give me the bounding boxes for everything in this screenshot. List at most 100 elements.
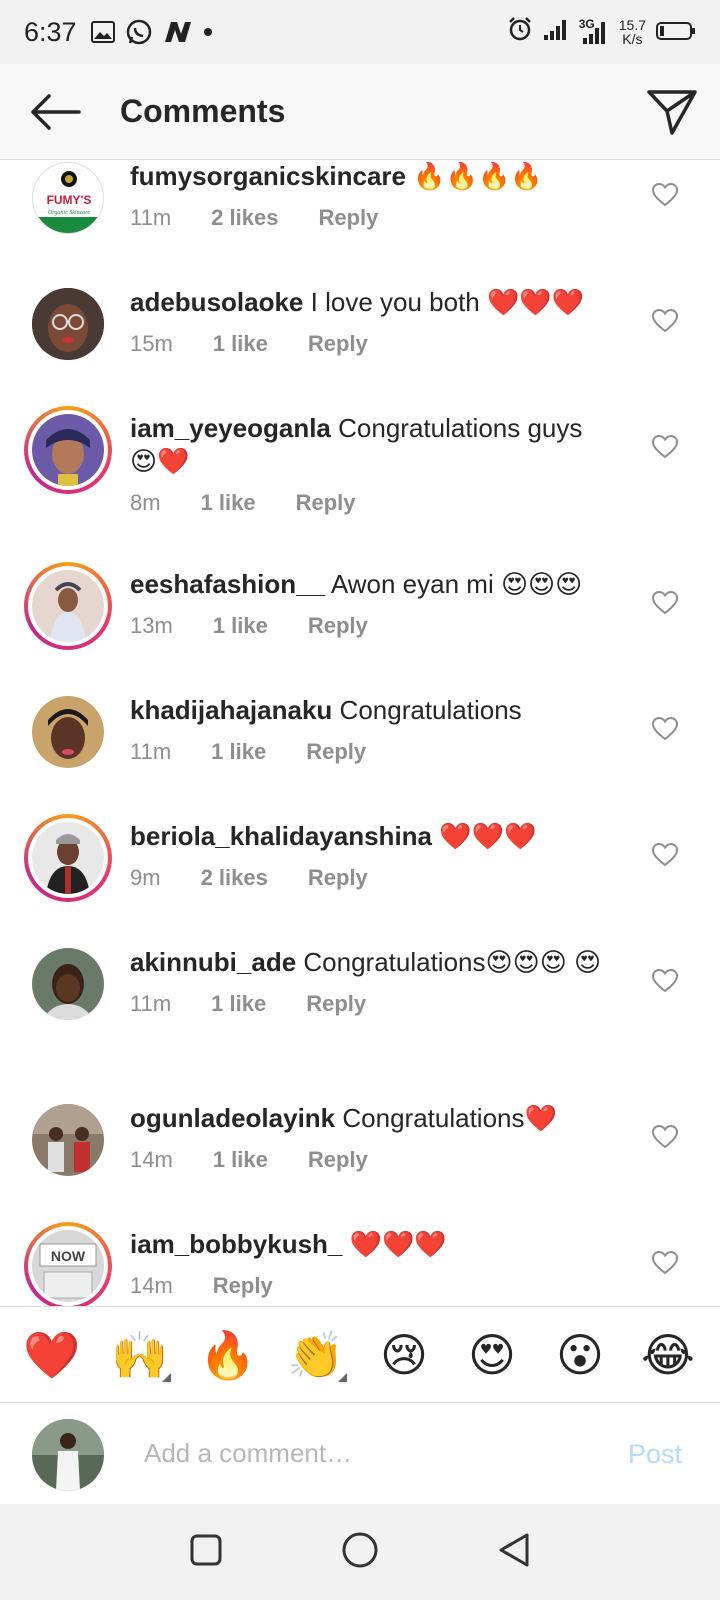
- comment-text: Congratulations❤️: [342, 1103, 557, 1133]
- comment-time: 11m: [130, 205, 172, 230]
- comment-username[interactable]: fumysorganicskincare: [130, 161, 406, 191]
- heart-outline-icon: [652, 969, 678, 993]
- comment-text: Congratulations😍😍😍 😍: [303, 947, 602, 977]
- comment-username[interactable]: eeshafashion__: [130, 569, 325, 599]
- comment-likes[interactable]: 1 like: [211, 987, 266, 1020]
- reaction-clap[interactable]: 👏: [281, 1328, 351, 1382]
- reply-button[interactable]: Reply: [308, 327, 368, 360]
- heart-outline-icon: [652, 1125, 678, 1149]
- like-comment-button[interactable]: [650, 1122, 680, 1152]
- comment-meta: 8m 1 like Reply: [130, 486, 610, 519]
- comment-list[interactable]: FUMY'S Organic Skincare fumysorganicskin…: [0, 160, 720, 1306]
- news-n-icon: [163, 17, 193, 47]
- comment-body: iam_bobbykush_ ❤️❤️❤️ 14m Reply: [130, 1228, 610, 1302]
- like-comment-button[interactable]: [650, 306, 680, 336]
- comment-username[interactable]: khadijahajanaku: [130, 695, 332, 725]
- comment-item: ogunladeolayink Congratulations❤️ 14m 1 …: [0, 1102, 720, 1228]
- dot-icon: [203, 17, 213, 47]
- heart-outline-icon: [652, 183, 678, 207]
- comment-item: adebusolaoke I love you both ❤️❤️❤️ 15m …: [0, 286, 720, 412]
- comment-input[interactable]: [144, 1433, 584, 1473]
- reply-button[interactable]: Reply: [306, 735, 366, 768]
- comment-meta: 13m 1 like Reply: [130, 609, 610, 642]
- reaction-heart[interactable]: ❤️: [17, 1328, 87, 1382]
- share-button[interactable]: [644, 84, 700, 140]
- comment-text: Awon eyan mi 😍😍😍: [330, 569, 583, 599]
- avatar-logo-text: FUMY'S: [47, 193, 92, 207]
- comment-likes[interactable]: 1 like: [213, 609, 268, 642]
- comment-likes[interactable]: 1 like: [213, 1143, 268, 1176]
- comment-likes[interactable]: 2 likes: [201, 861, 268, 894]
- comment-username[interactable]: akinnubi_ade: [130, 947, 296, 977]
- status-bar: 6:37 3G 15.7 K/s: [0, 0, 720, 64]
- avatar[interactable]: [32, 288, 104, 360]
- reply-button[interactable]: Reply: [308, 1143, 368, 1176]
- reaction-heart-eyes[interactable]: 😍: [457, 1328, 527, 1382]
- heart-outline-icon: [652, 591, 678, 615]
- like-comment-button[interactable]: [650, 432, 680, 462]
- post-button[interactable]: Post: [628, 1439, 682, 1470]
- comment-username[interactable]: iam_bobbykush_: [130, 1229, 342, 1259]
- home-button[interactable]: [341, 1531, 379, 1574]
- heart-outline-icon: [652, 1251, 678, 1275]
- reply-button[interactable]: Reply: [308, 861, 368, 894]
- reply-button[interactable]: Reply: [306, 987, 366, 1020]
- comment-time: 8m: [130, 490, 161, 515]
- comment-meta: 14m 1 like Reply: [130, 1143, 610, 1176]
- reply-button[interactable]: Reply: [318, 201, 378, 234]
- like-comment-button[interactable]: [650, 1248, 680, 1278]
- reaction-crying[interactable]: 😢: [369, 1328, 439, 1382]
- comment-body: beriola_khalidayanshina ❤️❤️❤️ 9m 2 like…: [130, 820, 610, 894]
- story-ring-avatar[interactable]: NOW: [24, 1222, 112, 1306]
- avatar: [32, 570, 104, 642]
- comment-likes[interactable]: 1 like: [211, 735, 266, 768]
- like-comment-button[interactable]: [650, 714, 680, 744]
- triangle-back-icon: [499, 1533, 529, 1566]
- reaction-raised-hands[interactable]: 🙌: [105, 1328, 175, 1382]
- avatar[interactable]: [32, 1104, 104, 1176]
- comment-username[interactable]: adebusolaoke: [130, 287, 303, 317]
- reply-button[interactable]: Reply: [308, 609, 368, 642]
- avatar-logo-text: NOW: [51, 1248, 86, 1264]
- recents-button[interactable]: [189, 1533, 223, 1572]
- app-root: 6:37 3G 15.7 K/s Comments FUMY'S Organic…: [0, 0, 720, 1600]
- heart-outline-icon: [652, 309, 678, 333]
- reaction-surprised[interactable]: 😮: [545, 1328, 615, 1382]
- like-comment-button[interactable]: [650, 588, 680, 618]
- avatar[interactable]: [32, 696, 104, 768]
- story-ring-inner: NOW: [28, 1226, 108, 1306]
- story-ring-inner: [28, 818, 108, 898]
- circle-icon: [342, 1532, 378, 1567]
- net-speed: 15.7 K/s: [619, 18, 646, 46]
- story-ring-avatar[interactable]: [24, 814, 112, 902]
- avatar[interactable]: [32, 948, 104, 1020]
- like-comment-button[interactable]: [650, 966, 680, 996]
- like-comment-button[interactable]: [650, 840, 680, 870]
- avatar: NOW: [32, 1230, 104, 1302]
- back-button[interactable]: [0, 64, 110, 160]
- square-icon: [190, 1534, 222, 1565]
- page-title: Comments: [120, 93, 286, 129]
- comment-username[interactable]: iam_yeyeoganla: [130, 413, 331, 443]
- comment-time: 15m: [130, 331, 173, 356]
- avatar[interactable]: FUMY'S Organic Skincare: [32, 162, 104, 234]
- heart-outline-icon: [652, 843, 678, 867]
- avatar: [32, 822, 104, 894]
- reply-button[interactable]: Reply: [213, 1269, 273, 1302]
- comment-body: eeshafashion__ Awon eyan mi 😍😍😍 13m 1 li…: [130, 568, 610, 642]
- comment-likes[interactable]: 1 like: [201, 486, 256, 519]
- story-ring-avatar[interactable]: [24, 562, 112, 650]
- comment-body: fumysorganicskincare 🔥🔥🔥🔥 11m 2 likes Re…: [130, 160, 610, 234]
- reaction-fire[interactable]: 🔥: [193, 1328, 263, 1382]
- comment-username[interactable]: beriola_khalidayanshina: [130, 821, 432, 851]
- comment-likes[interactable]: 1 like: [213, 327, 268, 360]
- reply-button[interactable]: Reply: [296, 486, 356, 519]
- like-comment-button[interactable]: [650, 180, 680, 210]
- comment-meta: 11m 2 likes Reply: [130, 201, 610, 234]
- reaction-laughing[interactable]: 😂: [633, 1328, 703, 1382]
- story-ring-avatar[interactable]: [24, 406, 112, 494]
- back-nav-button[interactable]: [497, 1532, 531, 1573]
- comment-body: ogunladeolayink Congratulations❤️ 14m 1 …: [130, 1102, 610, 1176]
- comment-likes[interactable]: 2 likes: [211, 201, 278, 234]
- comment-username[interactable]: ogunladeolayink: [130, 1103, 335, 1133]
